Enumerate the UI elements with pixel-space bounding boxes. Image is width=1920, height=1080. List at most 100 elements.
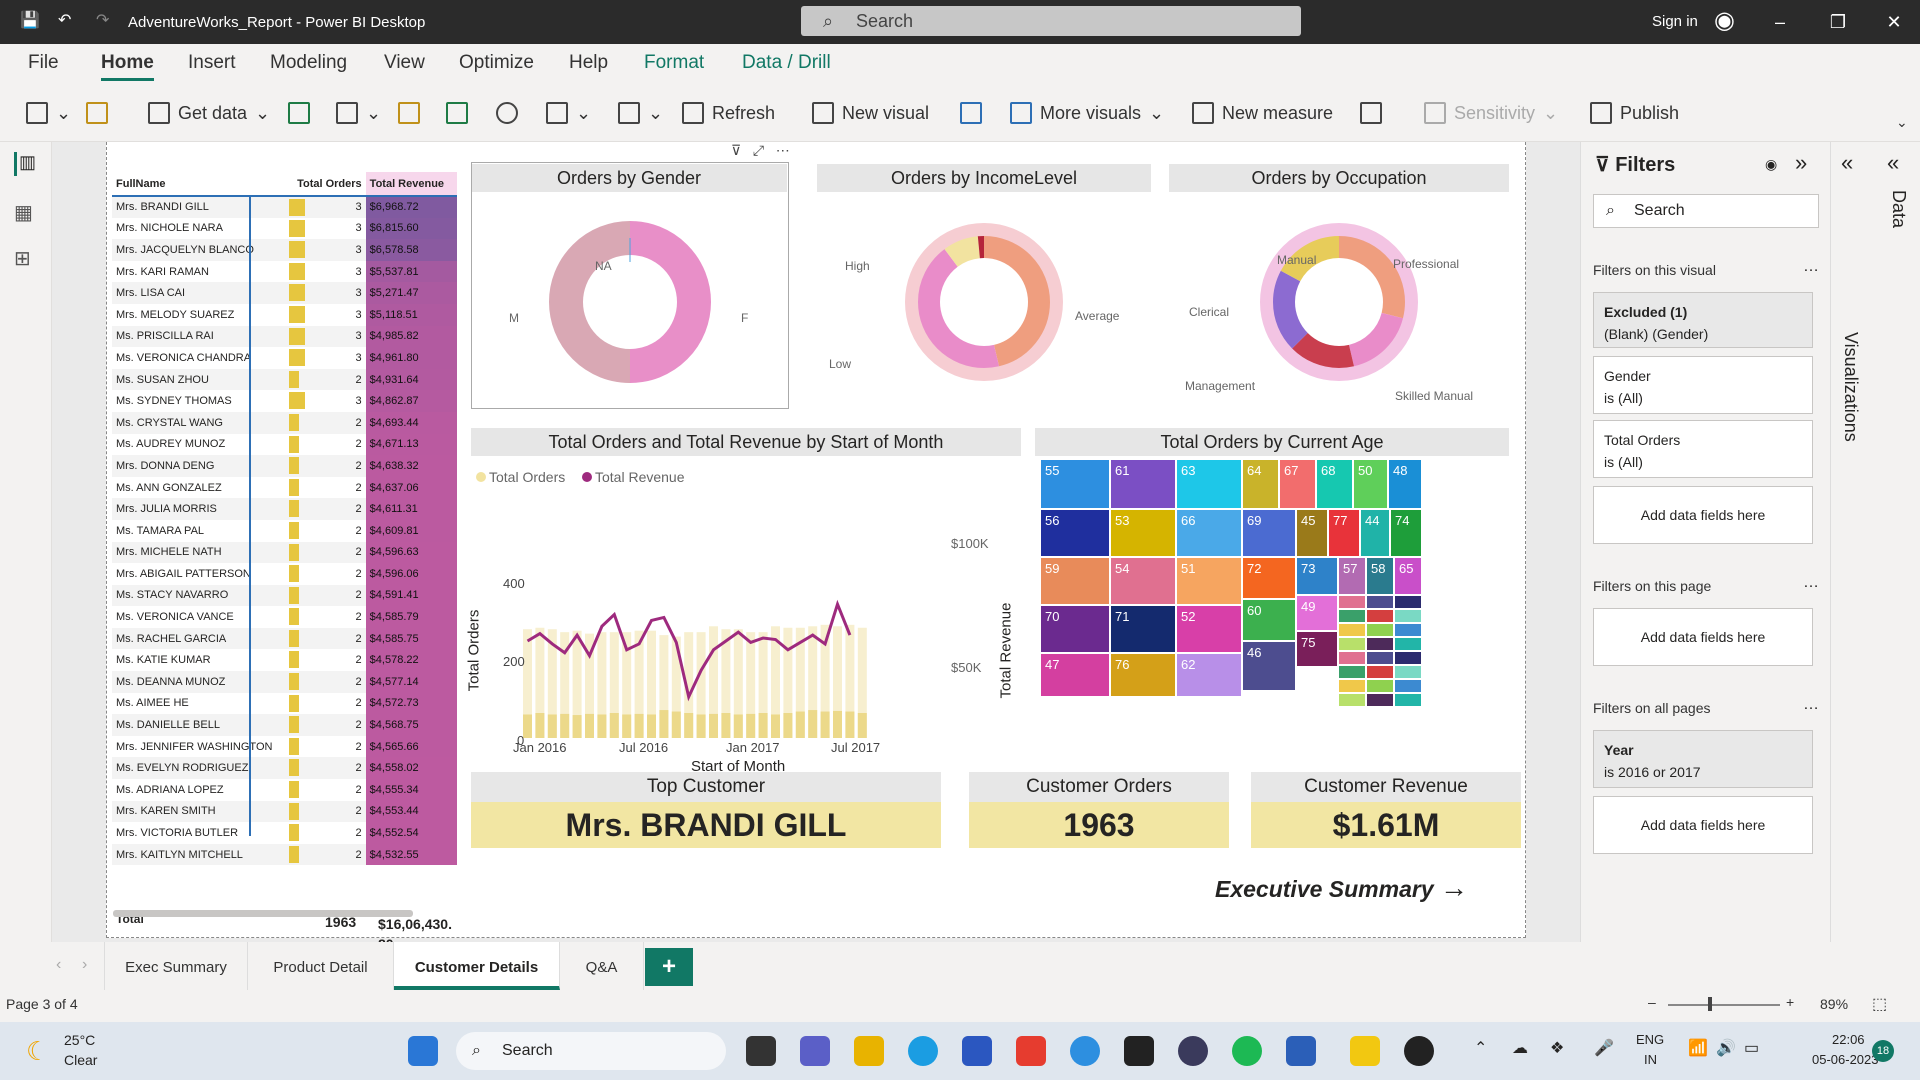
treemap-tile-small[interactable] xyxy=(1339,638,1365,650)
table-row[interactable]: Mrs. DONNA DENG 2 $4,638.32 xyxy=(112,455,457,477)
treemap-tile[interactable]: 50 xyxy=(1354,460,1387,508)
tab-home[interactable]: Home xyxy=(101,52,154,81)
orders-bar-highlight[interactable] xyxy=(659,710,669,738)
table-row[interactable]: Ms. STACY NAVARRO 2 $4,591.41 xyxy=(112,584,457,607)
filters-search-input[interactable]: ⌕ Search xyxy=(1593,194,1819,228)
treemap-tile-small[interactable] xyxy=(1367,624,1393,636)
more-icon[interactable]: … xyxy=(1803,696,1819,714)
focus-mode-icon[interactable]: ⤢ xyxy=(753,142,764,158)
model-view-icon[interactable]: ⊞ xyxy=(14,246,31,271)
filter-card-excluded[interactable]: Excluded (1) (Blank) (Gender) xyxy=(1593,292,1813,348)
treemap-tile-small[interactable] xyxy=(1367,596,1393,608)
table-row[interactable]: Mrs. BRANDI GILL 3 $6,968.72 xyxy=(112,196,457,218)
eclipse-icon[interactable] xyxy=(1178,1036,1208,1066)
page-tab-customer-details[interactable]: Customer Details xyxy=(394,942,560,990)
add-fields-page[interactable]: Add data fields here xyxy=(1593,608,1813,666)
table-view-icon[interactable]: ▦ xyxy=(14,200,33,225)
treemap-tile[interactable]: 56 xyxy=(1041,510,1109,556)
data-pane-tab[interactable]: Data xyxy=(1888,190,1909,228)
weather-icon[interactable]: ☾ xyxy=(26,1036,49,1067)
table-row[interactable]: Ms. VERONICA CHANDRA 3 $4,961.80 xyxy=(112,347,457,369)
treemap-tile[interactable]: 66 xyxy=(1177,510,1241,556)
orders-bar-highlight[interactable] xyxy=(547,714,557,738)
file-explorer-icon[interactable] xyxy=(854,1036,884,1066)
filter-card-year[interactable]: Year is 2016 or 2017 xyxy=(1593,730,1813,788)
treemap-tile[interactable]: 49 xyxy=(1297,596,1337,630)
treemap-tile[interactable]: 64 xyxy=(1243,460,1278,508)
orders-bar-highlight[interactable] xyxy=(671,711,681,738)
orders-bar-highlight[interactable] xyxy=(684,713,694,738)
treemap-tile[interactable]: 54 xyxy=(1111,558,1175,604)
age-treemap[interactable]: 55 61 63 64 67 68 50 48 56 53 66 69 45 77 44 74 59 54 51 72… xyxy=(1041,460,1469,748)
notification-badge[interactable]: 18 xyxy=(1872,1040,1894,1062)
tab-optimize[interactable]: Optimize xyxy=(459,52,534,74)
treemap-tile-small[interactable] xyxy=(1339,694,1365,706)
zoom-out-icon[interactable]: – xyxy=(1648,994,1656,1010)
more-visuals-button[interactable]: More visuals ⌄ xyxy=(1010,102,1164,124)
page-tab-exec-summary[interactable]: Exec Summary xyxy=(104,942,248,990)
treemap-tile[interactable]: 69 xyxy=(1243,510,1295,556)
treemap-tile-small[interactable] xyxy=(1395,680,1421,692)
recent-sources-button[interactable]: ⌄ xyxy=(546,102,591,124)
orders-bar-highlight[interactable] xyxy=(771,714,780,738)
volume-icon[interactable]: 🔊 xyxy=(1716,1038,1736,1058)
treemap-tile[interactable]: 51 xyxy=(1177,558,1241,604)
table-row[interactable]: Ms. ANN GONZALEZ 2 $4,637.06 xyxy=(112,476,457,499)
table-row[interactable]: Ms. SYDNEY THOMAS 3 $4,862.87 xyxy=(112,390,457,412)
eye-icon[interactable]: ◉ xyxy=(1765,156,1777,173)
treemap-tile[interactable]: 73 xyxy=(1297,558,1337,594)
orders-bar-highlight[interactable] xyxy=(833,710,842,738)
orders-bar-highlight[interactable] xyxy=(523,714,532,738)
cloud-icon[interactable]: ☁ xyxy=(1512,1038,1528,1058)
github-icon[interactable] xyxy=(1404,1036,1434,1066)
table-row[interactable]: Mrs. MICHELE NATH 2 $4,596.63 xyxy=(112,541,457,564)
transform-button[interactable]: ⌄ xyxy=(618,102,663,124)
orders-bar-highlight[interactable] xyxy=(845,711,855,738)
treemap-tile-small[interactable] xyxy=(1395,652,1421,664)
treemap-tile[interactable]: 47 xyxy=(1041,654,1109,696)
table-row[interactable]: Mrs. JENNIFER WASHINGTON 2 $4,565.66 xyxy=(112,735,457,758)
start-icon[interactable] xyxy=(408,1036,438,1066)
collapse-ribbon-icon[interactable]: ⌄ xyxy=(1896,114,1908,131)
add-page-button[interactable]: + xyxy=(645,948,693,986)
tab-view[interactable]: View xyxy=(384,52,425,74)
table-row[interactable]: Mrs. KAREN SMITH 2 $4,553.44 xyxy=(112,800,457,823)
orders-bar-highlight[interactable] xyxy=(634,713,644,738)
teams-icon[interactable] xyxy=(800,1036,830,1066)
table-row[interactable]: Ms. CRYSTAL WANG 2 $4,693.44 xyxy=(112,411,457,434)
table-row[interactable]: Mrs. VICTORIA BUTLER 2 $4,552.54 xyxy=(112,822,457,844)
treemap-tile[interactable]: 75 xyxy=(1297,632,1337,666)
treemap-tile[interactable]: 60 xyxy=(1243,600,1295,640)
new-visual-button[interactable]: New visual xyxy=(812,102,929,124)
orders-bar-highlight[interactable] xyxy=(857,713,867,738)
treemap-tile[interactable]: 72 xyxy=(1243,558,1295,598)
orders-bar-highlight[interactable] xyxy=(535,713,545,738)
help-icon[interactable] xyxy=(1070,1036,1100,1066)
treemap-tile-small[interactable] xyxy=(1367,638,1393,650)
treemap-tile[interactable]: 45 xyxy=(1297,510,1327,556)
mic-icon[interactable]: 🎤 xyxy=(1594,1038,1614,1058)
treemap-tile-small[interactable] xyxy=(1395,694,1421,706)
treemap-tile[interactable]: 70 xyxy=(1041,606,1109,652)
table-row[interactable]: Ms. EVELYN RODRIGUEZ 2 $4,558.02 xyxy=(112,757,457,780)
data-hub-button[interactable]: ⌄ xyxy=(336,102,381,124)
task-view-icon[interactable] xyxy=(746,1036,776,1066)
battery-icon[interactable]: ▭ xyxy=(1744,1038,1759,1058)
col-total-orders[interactable]: Total Orders xyxy=(285,172,366,196)
treemap-tile[interactable]: 53 xyxy=(1111,510,1175,556)
orders-bar-highlight[interactable] xyxy=(709,713,718,738)
edge-icon[interactable] xyxy=(908,1036,938,1066)
save-icon[interactable]: 💾 xyxy=(20,10,40,30)
treemap-tile[interactable]: 48 xyxy=(1389,460,1421,508)
filter-card-gender[interactable]: Gender is (All) xyxy=(1593,356,1813,414)
treemap-tile-small[interactable] xyxy=(1395,624,1421,636)
treemap-tile[interactable]: 77 xyxy=(1329,510,1359,556)
prev-page-icon[interactable]: ‹ xyxy=(56,956,61,974)
orders-bar-highlight[interactable] xyxy=(808,710,818,738)
creative-cloud-icon[interactable] xyxy=(1124,1036,1154,1066)
orders-bar-highlight[interactable] xyxy=(820,711,830,738)
table-row[interactable]: Mrs. JULIA MORRIS 2 $4,611.31 xyxy=(112,498,457,520)
table-row[interactable]: Ms. RACHEL GARCIA 2 $4,585.75 xyxy=(112,627,457,650)
executive-summary-link[interactable]: Executive Summary → xyxy=(1215,872,1468,904)
redo-icon[interactable]: ↷ xyxy=(96,10,109,30)
